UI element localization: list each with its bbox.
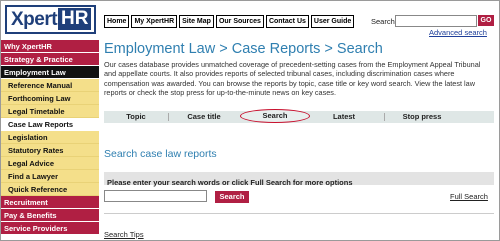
page-title: Employment Law > Case Reports > Search <box>104 41 383 57</box>
advanced-search-link[interactable]: Advanced search <box>429 28 487 37</box>
full-search-link[interactable]: Full Search <box>450 192 488 201</box>
site-search-label: Search <box>371 17 395 26</box>
tab-search[interactable]: Search <box>240 109 310 123</box>
nav-site-map-button[interactable]: Site Map <box>179 15 214 28</box>
logo-accent: HR <box>58 8 92 30</box>
sidebar-item-strategy-practice[interactable]: Strategy & Practice <box>1 53 99 66</box>
sidebar-item-reference-manual[interactable]: Reference Manual <box>1 79 99 92</box>
sidebar-item-legal-advice[interactable]: Legal Advice <box>1 157 99 170</box>
tab-divider <box>384 113 385 121</box>
logo-text: Xpert <box>11 9 58 30</box>
nav-user-guide-button[interactable]: User Guide <box>310 15 355 28</box>
nav-home-button[interactable]: Home <box>104 15 130 28</box>
nav-our-sources-button[interactable]: Our Sources <box>215 15 264 28</box>
sidebar-item-legislation[interactable]: Legislation <box>1 131 99 144</box>
sidebar-item-legal-timetable[interactable]: Legal Timetable <box>1 105 99 118</box>
xperthr-logo[interactable]: Xpert HR <box>5 5 96 34</box>
nav-my-xperthr-button[interactable]: My XpertHR <box>131 15 178 28</box>
sidebar-item-pay-benefits[interactable]: Pay & Benefits <box>1 209 99 222</box>
instruction-text: Please enter your search words or click … <box>107 178 353 187</box>
section-title: Search case law reports <box>104 148 217 160</box>
sidebar-item-statutory-rates[interactable]: Statutory Rates <box>1 144 99 157</box>
sidebar-item-case-law-reports[interactable]: Case Law Reports <box>1 118 99 131</box>
sidebar-item-why-xperthr[interactable]: Why XpertHR <box>1 40 99 53</box>
tab-bar: Topic Case title Search Latest Stop pres… <box>104 109 494 123</box>
instruction-bar: Please enter your search words or click … <box>104 172 494 187</box>
keyword-search-input[interactable] <box>104 190 207 202</box>
sidebar-item-find-a-lawyer[interactable]: Find a Lawyer <box>1 170 99 183</box>
page-description: Our cases database provides unmatched co… <box>104 60 481 97</box>
sidebar-item-employment-law[interactable]: Employment Law <box>1 66 99 79</box>
sidebar-item-service-providers[interactable]: Service Providers <box>1 222 99 235</box>
nav-contact-us-button[interactable]: Contact Us <box>265 15 309 28</box>
site-search-input[interactable] <box>395 15 477 27</box>
tab-divider <box>168 113 169 121</box>
go-button[interactable]: GO <box>478 15 494 26</box>
tab-stop-press[interactable]: Stop press <box>392 111 452 123</box>
tab-topic[interactable]: Topic <box>112 111 160 123</box>
sidebar: Why XpertHR Strategy & Practice Employme… <box>1 40 99 235</box>
tab-latest[interactable]: Latest <box>314 111 374 123</box>
search-tips-link[interactable]: Search Tips <box>104 230 144 239</box>
sidebar-item-quick-reference[interactable]: Quick Reference <box>1 183 99 196</box>
sidebar-item-recruitment[interactable]: Recruitment <box>1 196 99 209</box>
page-frame: Xpert HR Home My XpertHR Site Map Our So… <box>0 0 500 241</box>
divider <box>104 213 494 214</box>
tab-case-title[interactable]: Case title <box>176 111 232 123</box>
sidebar-item-forthcoming-law[interactable]: Forthcoming Law <box>1 92 99 105</box>
search-button[interactable]: Search <box>215 191 249 203</box>
top-nav: Home My XpertHR Site Map Our Sources Con… <box>104 15 355 28</box>
